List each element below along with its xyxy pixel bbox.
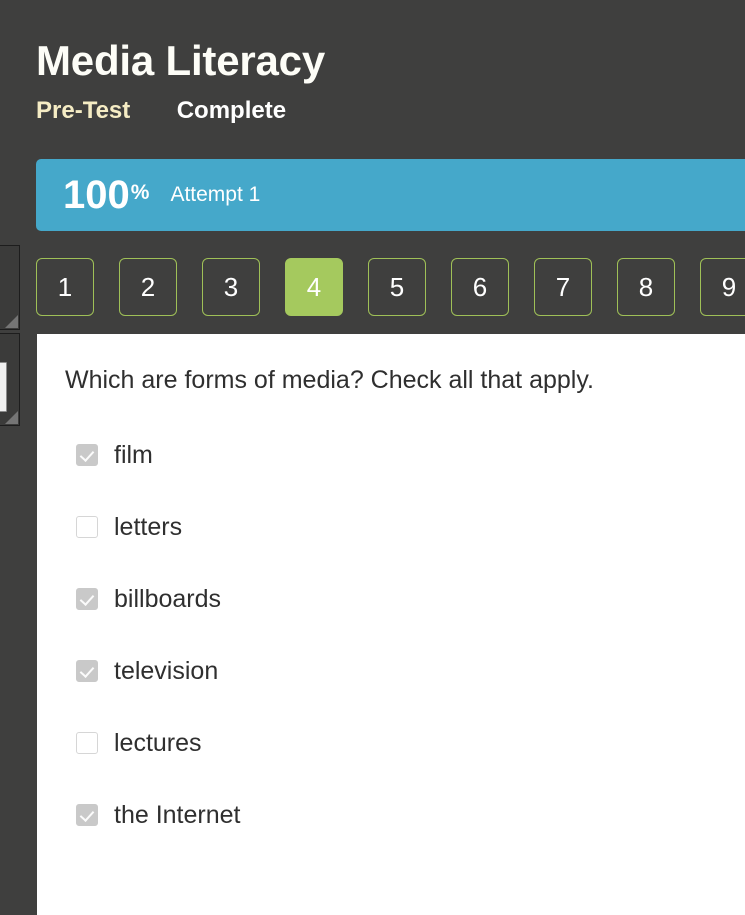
question-nav-button-6[interactable]: 6 [451,258,509,316]
score-percent: 100 [63,173,130,217]
quiz-page: Media Literacy Pre-Test Complete 100% At… [0,0,745,915]
page-title: Media Literacy [36,37,325,84]
choice-item[interactable]: letters [37,491,745,563]
edge-panel-bottom[interactable] [0,333,20,426]
question-nav-button-7[interactable]: 7 [534,258,592,316]
question-nav-button-8[interactable]: 8 [617,258,675,316]
quiz-subheader: Pre-Test Complete [36,96,745,126]
question-nav-button-2[interactable]: 2 [119,258,177,316]
question-nav: 123456789 [36,258,745,316]
quiz-type-label: Pre-Test [36,97,131,124]
edge-panel-top[interactable] [0,245,20,330]
resize-grip-icon[interactable] [5,315,18,328]
choice-item[interactable]: lectures [37,707,745,779]
question-nav-button-1[interactable]: 1 [36,258,94,316]
question-prompt: Which are forms of media? Check all that… [65,366,594,394]
quiz-header: Media Literacy Pre-Test Complete [36,0,745,126]
question-nav-button-9[interactable]: 9 [700,258,745,316]
question-panel: Which are forms of media? Check all that… [37,334,745,915]
choice-item[interactable]: television [37,635,745,707]
checkbox-checked-icon[interactable] [76,588,98,610]
choice-list: film letters billboards television lectures t… [37,395,745,851]
question-nav-button-3[interactable]: 3 [202,258,260,316]
score-percent-symbol: % [130,181,150,204]
choice-item[interactable]: billboards [37,563,745,635]
checkbox-checked-icon[interactable] [76,444,98,466]
choice-label: billboards [114,585,222,613]
checkbox-unchecked-icon[interactable] [76,516,98,538]
choice-label: film [114,441,153,469]
scrollbar-thumb[interactable] [0,362,7,412]
quiz-status-label: Complete [176,97,287,124]
score-bar[interactable]: 100% Attempt 1 [36,159,745,231]
choice-label: letters [114,513,183,541]
choice-item[interactable]: the Internet [37,779,745,851]
checkbox-checked-icon[interactable] [76,660,98,682]
choice-item[interactable]: film [37,419,745,491]
question-nav-button-5[interactable]: 5 [368,258,426,316]
checkbox-checked-icon[interactable] [76,804,98,826]
attempt-label: Attempt 1 [170,183,261,206]
choice-label: television [114,657,219,685]
choice-label: the Internet [114,801,241,829]
question-nav-button-4[interactable]: 4 [285,258,343,316]
checkbox-unchecked-icon[interactable] [76,732,98,754]
resize-grip-icon[interactable] [5,411,18,424]
choice-label: lectures [114,729,202,757]
